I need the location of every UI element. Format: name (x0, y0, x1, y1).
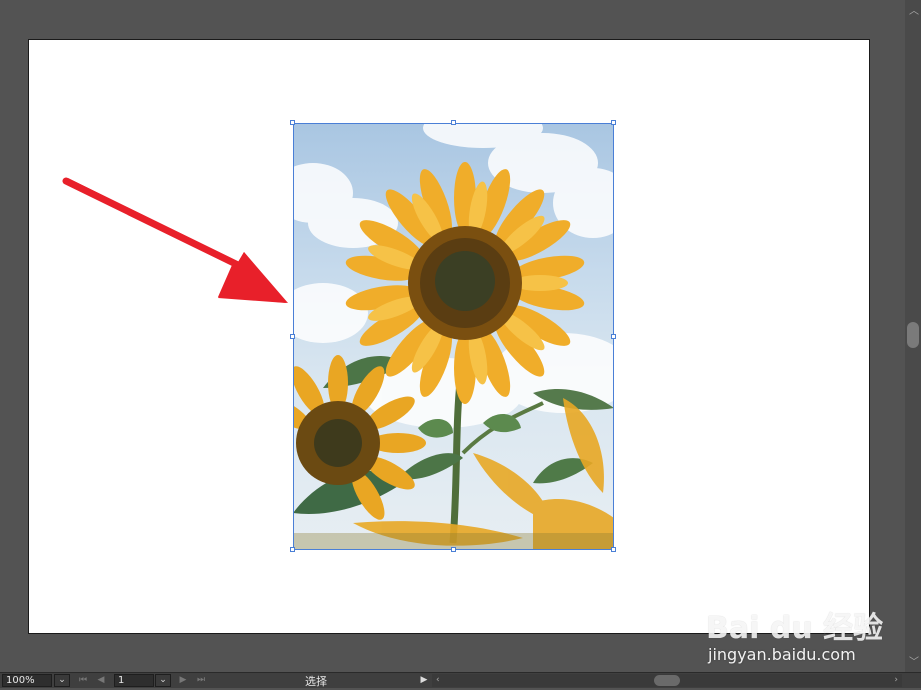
resize-handle-top[interactable] (451, 120, 456, 125)
last-page-button[interactable]: ⏭ (194, 674, 208, 687)
next-page-button[interactable]: ▶ (176, 674, 190, 687)
resize-handle-top-right[interactable] (611, 120, 616, 125)
resize-handle-bottom[interactable] (451, 547, 456, 552)
baidu-jingyan-watermark: Bai du 经验 jingyan.baidu.com (700, 585, 900, 670)
page-dropdown-button[interactable]: ⌄ (155, 674, 171, 687)
vertical-scroll-thumb[interactable] (907, 322, 919, 348)
horizontal-scrollbar[interactable]: ‹ › (432, 674, 902, 687)
status-menu-button[interactable]: ▶ (417, 674, 431, 687)
resize-handle-left[interactable] (290, 334, 295, 339)
current-tool-status: 选择 (305, 675, 327, 688)
resize-handle-bottom-right[interactable] (611, 547, 616, 552)
triangle-right-icon: ▶ (420, 675, 428, 685)
prev-page-icon: ◀ (97, 675, 105, 685)
scroll-down-icon[interactable]: ﹀ (909, 653, 919, 668)
sunflower-illustration (293, 123, 614, 550)
canvas-workspace[interactable]: Bai du 经验 jingyan.baidu.com (0, 0, 905, 672)
first-page-button[interactable]: ⏮ (76, 674, 90, 687)
chevron-down-icon: ⌄ (58, 675, 66, 685)
horizontal-scroll-thumb[interactable] (654, 675, 680, 686)
scroll-up-icon[interactable]: ︿ (909, 2, 919, 17)
page-number-input[interactable]: 1 (114, 674, 154, 687)
scroll-right-icon[interactable]: › (894, 674, 898, 687)
scroll-left-icon[interactable]: ‹ (436, 674, 440, 687)
first-page-icon: ⏮ (78, 675, 88, 685)
next-page-icon: ▶ (179, 675, 187, 685)
status-bar: 100% ⌄ ⏮ ◀ 1 ⌄ ▶ ⏭ 选择 ▶ ‹ › (0, 672, 921, 688)
chevron-down-icon: ⌄ (159, 675, 167, 685)
resize-handle-top-left[interactable] (290, 120, 295, 125)
vertical-scrollbar[interactable]: ︿ ﹀ (905, 0, 921, 672)
watermark-logo-text: Bai du 经验 (706, 611, 884, 646)
zoom-input[interactable]: 100% (2, 674, 52, 687)
resize-handle-bottom-left[interactable] (290, 547, 295, 552)
resize-handle-right[interactable] (611, 334, 616, 339)
prev-page-button[interactable]: ◀ (94, 674, 108, 687)
placed-image-sunflower[interactable] (293, 123, 614, 550)
zoom-dropdown-button[interactable]: ⌄ (54, 674, 70, 687)
watermark-url: jingyan.baidu.com (708, 645, 856, 664)
last-page-icon: ⏭ (196, 675, 206, 685)
